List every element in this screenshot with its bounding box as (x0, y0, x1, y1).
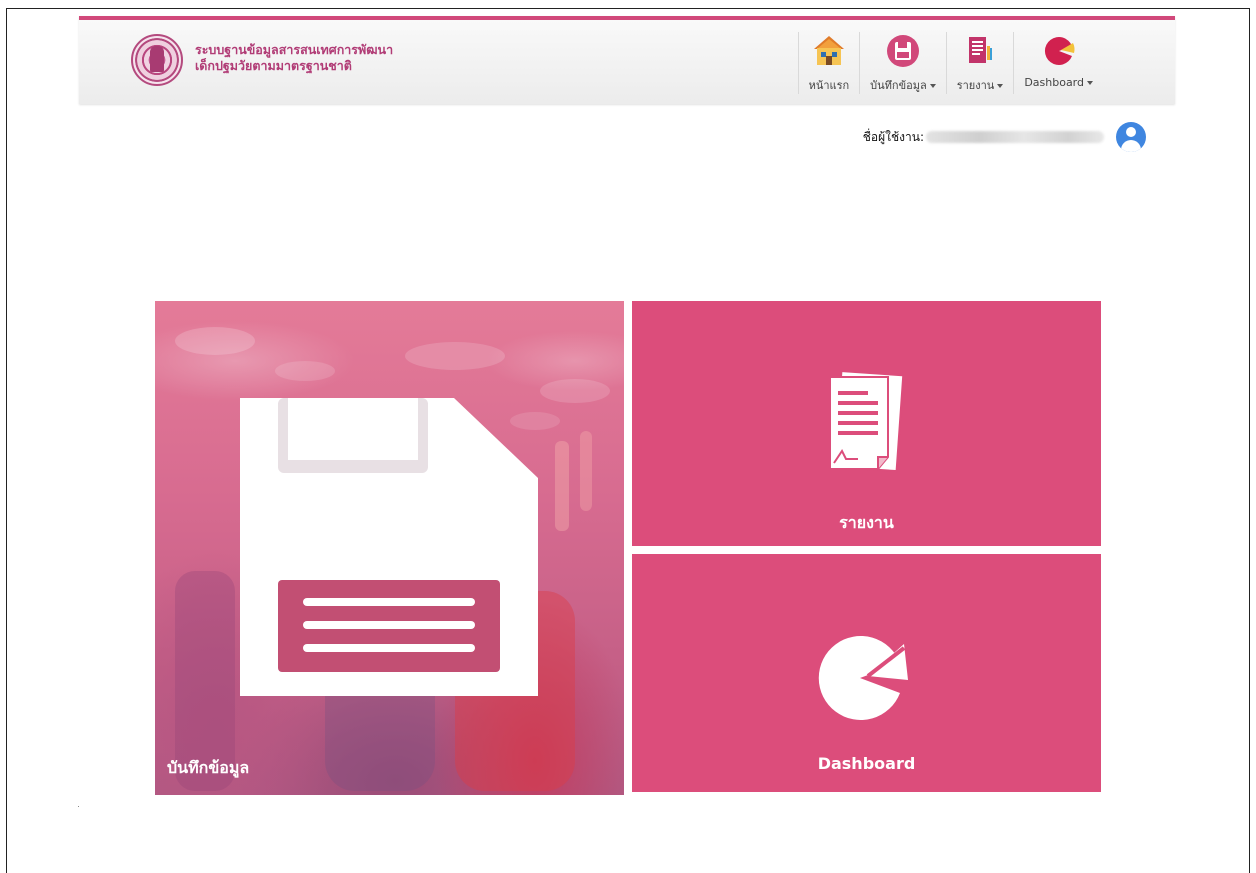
user-avatar-icon[interactable] (1116, 122, 1146, 152)
report-icon (969, 37, 992, 63)
pie-chart-icon (1044, 37, 1075, 65)
site-logo[interactable] (131, 34, 183, 86)
main-nav: หน้าแรก บันทึกข้อมูล รายงาน Dashboard (797, 32, 1103, 102)
user-info: ชื่อผู้ใช้งาน: (863, 122, 1146, 152)
nav-dashboard-label: Dashboard (1024, 76, 1093, 89)
chevron-down-icon (929, 84, 936, 88)
tile-record-caption: บันทึกข้อมูล (167, 758, 250, 777)
nav-report-label: รายงาน (957, 76, 1004, 94)
nav-record-label: บันทึกข้อมูล (870, 76, 936, 94)
top-header: ระบบฐานข้อมูลสารสนเทศการพัฒนา เด็กปฐมวัย… (79, 16, 1175, 104)
divider-dot (78, 806, 79, 807)
home-icon (813, 36, 844, 65)
username-value (926, 131, 1104, 143)
tile-dashboard-caption: Dashboard (817, 754, 916, 773)
site-title-line1: ระบบฐานข้อมูลสารสนเทศการพัฒนา (195, 42, 394, 57)
save-icon (886, 35, 919, 67)
pie-chart-icon (818, 636, 908, 720)
floppy-disk-icon (240, 398, 538, 696)
nav-home[interactable]: หน้าแรก (797, 32, 860, 94)
tile-record-data[interactable]: บันทึกข้อมูล (155, 301, 624, 795)
site-title: ระบบฐานข้อมูลสารสนเทศการพัฒนา เด็กปฐมวัย… (195, 42, 393, 74)
tile-report-caption: รายงาน (839, 513, 894, 532)
nav-home-label: หน้าแรก (808, 79, 850, 92)
username-label: ชื่อผู้ใช้งาน: (862, 129, 924, 144)
nav-record[interactable]: บันทึกข้อมูล (859, 32, 946, 94)
tile-dashboard[interactable]: Dashboard (632, 554, 1101, 792)
tile-report[interactable]: รายงาน (632, 301, 1101, 546)
nav-dashboard[interactable]: Dashboard (1013, 32, 1103, 94)
nav-report[interactable]: รายงาน (945, 32, 1014, 94)
chevron-down-icon (1087, 81, 1093, 85)
chevron-down-icon (997, 84, 1004, 88)
document-icon (829, 371, 905, 473)
site-title-line2: เด็กปฐมวัยตามมาตรฐานชาติ (195, 58, 352, 73)
